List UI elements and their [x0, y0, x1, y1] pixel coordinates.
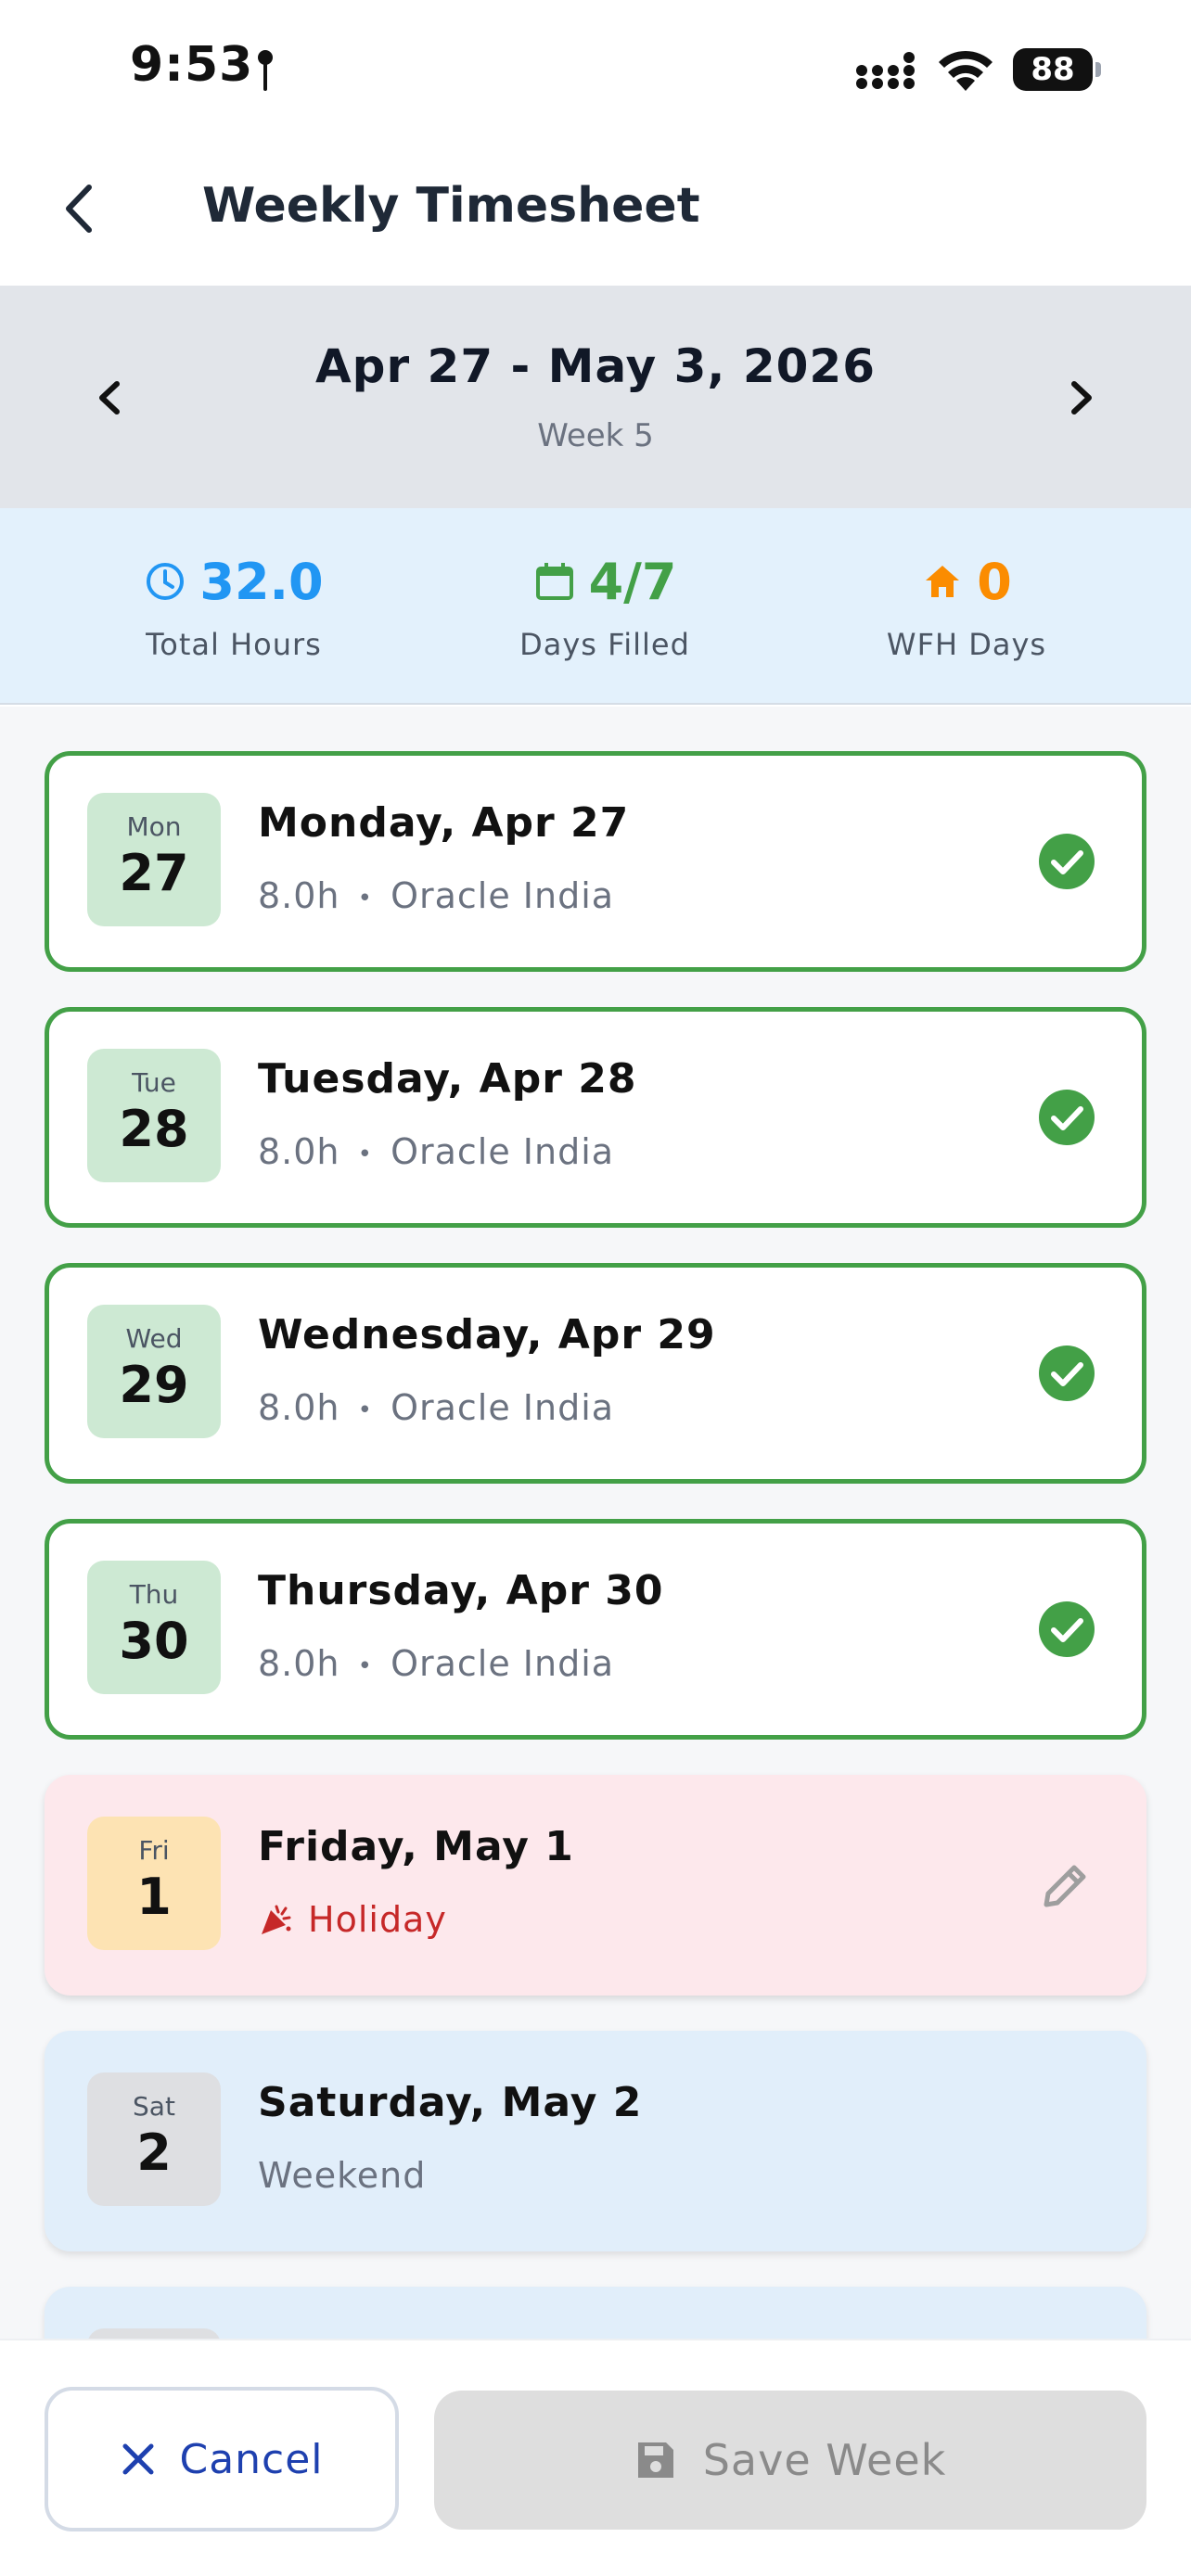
- date-badge-day: 2: [136, 2123, 172, 2182]
- day-summary: 8.0h • Oracle India: [258, 1643, 614, 1684]
- date-badge: Thu 30: [87, 1561, 221, 1694]
- status-bar: 9:53 88: [0, 0, 1191, 139]
- week-summary: 32.0 Total Hours 4/7 Days Filled 0 WFH D…: [0, 508, 1191, 705]
- wfh-days-value: 0: [977, 552, 1012, 611]
- save-week-button-label: Save Week: [702, 2435, 947, 2485]
- day-card-partial[interactable]: [45, 2287, 1146, 2339]
- date-badge-weekday: Tue: [132, 1067, 176, 1098]
- separator-dot: •: [357, 884, 373, 912]
- calendar-icon: [535, 563, 573, 600]
- date-badge-weekday: Thu: [129, 1579, 179, 1610]
- day-list: Mon 27 Monday, Apr 27 8.0h • Oracle Indi…: [0, 707, 1191, 2339]
- holiday-status: Holiday: [258, 1899, 447, 1940]
- holiday-label: Holiday: [308, 1899, 447, 1940]
- close-icon: [122, 2443, 154, 2475]
- save-week-button[interactable]: Save Week: [434, 2391, 1146, 2530]
- location-pin-icon: [258, 50, 273, 91]
- cancel-button[interactable]: Cancel: [45, 2387, 399, 2531]
- battery-icon: 88: [1013, 48, 1102, 91]
- stat-total-hours: 32.0 Total Hours: [48, 549, 419, 663]
- stat-days-filled: 4/7 Days Filled: [419, 549, 790, 663]
- date-badge-weekday: Fri: [138, 1835, 170, 1866]
- day-client: Oracle India: [391, 875, 615, 916]
- date-badge: Sat 2: [87, 2072, 221, 2206]
- day-client: Oracle India: [391, 1131, 615, 1172]
- day-summary: 8.0h • Oracle India: [258, 1131, 614, 1172]
- day-card-wednesday[interactable]: Wed 29 Wednesday, Apr 29 8.0h • Oracle I…: [45, 1263, 1146, 1484]
- date-badge: Tue 28: [87, 1049, 221, 1182]
- days-filled-label: Days Filled: [519, 627, 690, 662]
- battery-level: 88: [1013, 48, 1093, 91]
- day-title: Monday, Apr 27: [258, 799, 630, 847]
- date-badge-day: 1: [136, 1868, 172, 1926]
- save-disk-icon: [637, 2442, 673, 2478]
- week-navigator: Apr 27 - May 3, 2026 Week 5: [0, 286, 1191, 508]
- celebration-icon: [262, 1905, 291, 1934]
- day-title: Tuesday, Apr 28: [258, 1055, 637, 1103]
- date-badge-weekday: Mon: [126, 811, 182, 842]
- cancel-button-label: Cancel: [179, 2435, 324, 2483]
- cellular-signal-icon: [856, 52, 915, 89]
- status-time: 9:53: [130, 37, 254, 93]
- day-card-thursday[interactable]: Thu 30 Thursday, Apr 30 8.0h • Oracle In…: [45, 1519, 1146, 1740]
- week-date-range: Apr 27 - May 3, 2026: [314, 339, 876, 393]
- total-hours-value: 32.0: [199, 552, 324, 611]
- date-badge-day: 28: [119, 1100, 189, 1158]
- clock-icon: [147, 563, 185, 600]
- check-circle-icon: [1039, 1090, 1095, 1145]
- day-card-monday[interactable]: Mon 27 Monday, Apr 27 8.0h • Oracle Indi…: [45, 751, 1146, 972]
- date-badge: Mon 27: [87, 793, 221, 926]
- home-icon: [926, 566, 960, 597]
- check-circle-icon: [1039, 1345, 1095, 1401]
- check-circle-icon: [1039, 1601, 1095, 1657]
- date-badge: Wed 29: [87, 1305, 221, 1438]
- date-badge-weekday: Sat: [133, 2091, 175, 2122]
- day-hours: 8.0h: [258, 875, 340, 916]
- day-client: Oracle India: [391, 1387, 615, 1428]
- week-number: Week 5: [537, 417, 654, 454]
- days-filled-value: 4/7: [588, 552, 677, 611]
- day-client: Oracle India: [391, 1643, 615, 1684]
- separator-dot: •: [357, 1396, 373, 1424]
- date-badge-day: 30: [119, 1612, 189, 1670]
- edit-pencil-icon[interactable]: [1037, 1856, 1095, 1914]
- back-arrow-icon[interactable]: [52, 176, 108, 241]
- bottom-action-bar: Cancel Save Week: [0, 2339, 1191, 2576]
- battery-tip: [1095, 62, 1101, 77]
- page-title: Weekly Timesheet: [202, 178, 700, 234]
- day-title: Thursday, Apr 30: [258, 1567, 664, 1614]
- day-hours: 8.0h: [258, 1131, 340, 1172]
- day-title: Saturday, May 2: [258, 2079, 643, 2126]
- wifi-icon: [939, 50, 992, 91]
- day-summary: 8.0h • Oracle India: [258, 1387, 614, 1428]
- day-card-tuesday[interactable]: Tue 28 Tuesday, Apr 28 8.0h • Oracle Ind…: [45, 1007, 1146, 1228]
- day-title: Wednesday, Apr 29: [258, 1311, 716, 1358]
- day-title: Friday, May 1: [258, 1823, 574, 1870]
- day-hours: 8.0h: [258, 1643, 340, 1684]
- total-hours-label: Total Hours: [146, 627, 322, 662]
- separator-dot: •: [357, 1140, 373, 1168]
- day-card-friday[interactable]: Fri 1 Friday, May 1 Holiday: [45, 1775, 1146, 1996]
- wfh-days-label: WFH Days: [886, 627, 1047, 662]
- day-hours: 8.0h: [258, 1387, 340, 1428]
- separator-dot: •: [357, 1651, 373, 1680]
- date-badge-weekday: Wed: [125, 1323, 183, 1354]
- check-circle-icon: [1039, 834, 1095, 889]
- next-week-chevron-icon[interactable]: [1052, 365, 1108, 430]
- stat-wfh-days: 0 WFH Days: [781, 549, 1152, 663]
- date-badge: Fri 1: [87, 1817, 221, 1950]
- day-summary: 8.0h • Oracle India: [258, 875, 614, 916]
- app-header: Weekly Timesheet: [0, 139, 1191, 286]
- date-badge: [87, 2328, 221, 2339]
- date-badge-day: 27: [119, 844, 189, 902]
- weekend-label: Weekend: [258, 2155, 427, 2196]
- date-badge-day: 29: [119, 1356, 189, 1414]
- day-card-saturday[interactable]: Sat 2 Saturday, May 2 Weekend: [45, 2031, 1146, 2251]
